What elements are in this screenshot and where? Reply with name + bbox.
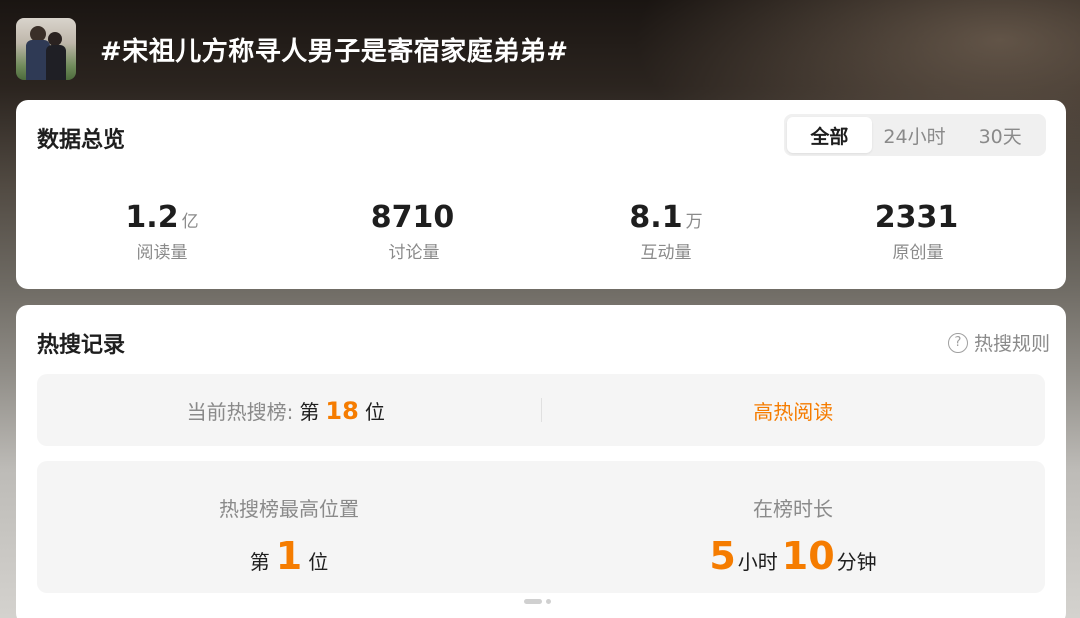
page-dot-active	[524, 599, 542, 604]
hot-search-card: 热搜记录 ? 热搜规则 当前热搜榜: 第 18 位 高热阅读 热搜榜最高位置 第…	[16, 305, 1066, 618]
current-rank-label: 当前热搜榜:	[186, 399, 294, 424]
rank-suffix: 位	[364, 399, 385, 424]
data-overview-card: 数据总览 全部 24小时 30天 1.2 亿 阅读量 8710 讨论量 8.1 …	[16, 100, 1066, 289]
stat-originals: 2331 原创量	[792, 200, 1044, 263]
pagination-indicator	[524, 599, 551, 604]
stat-label: 原创量	[892, 243, 944, 263]
topic-header: #宋祖儿方称寻人男子是寄宿家庭弟弟#	[16, 18, 569, 80]
overview-title: 数据总览	[37, 128, 126, 153]
hot-search-title: 热搜记录	[37, 333, 126, 358]
avatar-figure-body	[46, 45, 66, 80]
stat-label: 讨论量	[388, 243, 440, 263]
stat-number: 1.2	[125, 200, 179, 235]
stat-value: 8710	[371, 200, 458, 236]
stat-label: 阅读量	[136, 243, 188, 263]
stat-unit: 亿	[181, 212, 199, 232]
avatar-figure-head	[48, 32, 62, 46]
stat-value: 1.2 亿	[125, 200, 198, 236]
high-heat-read-link[interactable]: 高热阅读	[753, 396, 833, 425]
on-list-duration: 在榜时长 5 小时 10 分钟	[541, 461, 1045, 593]
stat-value: 2331	[875, 200, 962, 236]
duration-minutes: 10	[781, 534, 835, 578]
highest-rank-label: 热搜榜最高位置	[219, 497, 359, 521]
topic-title: #宋祖儿方称寻人男子是寄宿家庭弟弟#	[100, 36, 569, 67]
topic-avatar[interactable]	[16, 18, 76, 80]
stats-row: 1.2 亿 阅读量 8710 讨论量 8.1 万 互动量 2331 原创量	[16, 200, 1066, 263]
stat-value: 8.1 万	[629, 200, 702, 236]
stat-discussions: 8710 讨论量	[288, 200, 540, 263]
rank-history-panel: 热搜榜最高位置 第 1 位 在榜时长 5 小时 10 分钟	[37, 461, 1045, 593]
question-circle-icon: ?	[947, 332, 968, 353]
high-heat-read: 高热阅读	[542, 396, 1046, 425]
highest-rank: 热搜榜最高位置 第 1 位	[37, 461, 541, 593]
stat-number: 8710	[370, 200, 455, 235]
tab-24h[interactable]: 24小时	[872, 117, 958, 153]
rules-label: 热搜规则	[973, 333, 1050, 355]
page-dot	[546, 599, 551, 604]
minutes-unit: 分钟	[836, 550, 877, 574]
stat-interactions: 8.1 万 互动量	[540, 200, 792, 263]
tab-all[interactable]: 全部	[787, 117, 872, 153]
hot-search-rules-link[interactable]: ? 热搜规则	[947, 329, 1050, 356]
rank-prefix: 第	[299, 399, 320, 424]
highest-rank-value-row: 第 1 位	[244, 536, 334, 576]
hours-unit: 小时	[737, 550, 778, 574]
rank-prefix: 第	[249, 550, 270, 574]
highest-rank-value: 1	[275, 534, 303, 578]
duration-label: 在榜时长	[753, 497, 833, 521]
current-rank: 当前热搜榜: 第 18 位	[37, 396, 541, 425]
duration-value-row: 5 小时 10 分钟	[709, 536, 876, 576]
stat-unit: 万	[685, 212, 703, 232]
stat-label: 互动量	[640, 243, 692, 263]
tab-30d[interactable]: 30天	[957, 117, 1043, 153]
duration-hours: 5	[709, 534, 736, 578]
current-rank-value: 18	[325, 396, 359, 425]
current-rank-panel: 当前热搜榜: 第 18 位 高热阅读	[37, 374, 1045, 446]
stat-number: 8.1	[629, 200, 683, 235]
rank-suffix: 位	[308, 550, 329, 574]
stat-reads: 1.2 亿 阅读量	[36, 200, 288, 263]
stat-number: 2331	[874, 200, 959, 235]
time-range-tabs: 全部 24小时 30天	[784, 114, 1046, 156]
